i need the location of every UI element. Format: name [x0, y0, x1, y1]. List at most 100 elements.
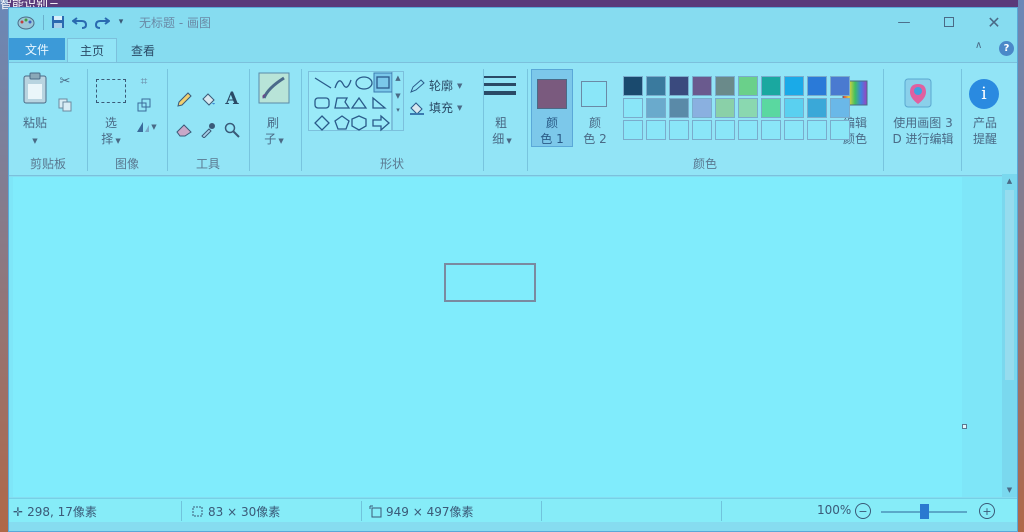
- close-button[interactable]: ✕: [971, 10, 1017, 34]
- zoom-out-button[interactable]: −: [855, 503, 871, 519]
- redo-icon[interactable]: [93, 13, 111, 31]
- eraser-icon[interactable]: [175, 121, 193, 139]
- paint-app-icon[interactable]: [15, 13, 37, 31]
- palette-swatch[interactable]: [646, 120, 666, 140]
- color2-swatch[interactable]: [581, 81, 607, 107]
- help-icon[interactable]: ?: [999, 41, 1014, 56]
- scroll-down-icon[interactable]: ▼: [1002, 486, 1017, 494]
- polygon-shape-icon: [334, 97, 351, 109]
- palette-swatch[interactable]: [669, 76, 689, 96]
- cut-icon[interactable]: ✂: [57, 73, 73, 89]
- ribbon-tabs: 文件 主页 查看 ∧ ?: [9, 38, 1017, 62]
- palette-swatch[interactable]: [715, 98, 735, 118]
- drawn-rectangle[interactable]: [444, 263, 536, 302]
- customize-quick-access-icon[interactable]: ▾: [114, 13, 128, 31]
- size-dropdown-icon[interactable]: ▼: [504, 137, 511, 145]
- tab-view[interactable]: 查看: [121, 38, 165, 62]
- rotate-icon: [137, 122, 150, 132]
- color-picker-icon[interactable]: [199, 121, 217, 139]
- palette-swatch[interactable]: [646, 76, 666, 96]
- palette-swatch[interactable]: [715, 76, 735, 96]
- fill-button[interactable]: 填充 ▼: [409, 99, 462, 116]
- shapes-group-label: 形状: [379, 157, 404, 171]
- selection-size: 83 × 30像素: [191, 503, 280, 520]
- palette-swatch[interactable]: [784, 120, 804, 140]
- palette-swatch[interactable]: [692, 120, 712, 140]
- palette-swatch[interactable]: [807, 98, 827, 118]
- palette-swatch[interactable]: [669, 120, 689, 140]
- shapes-gallery: [308, 71, 393, 132]
- palette-swatch[interactable]: [830, 98, 850, 118]
- group-divider: [249, 69, 250, 171]
- palette-swatch[interactable]: [807, 76, 827, 96]
- palette-swatch[interactable]: [692, 98, 712, 118]
- crop-icon[interactable]: ⌗: [135, 73, 153, 89]
- palette-swatch[interactable]: [623, 120, 643, 140]
- palette-swatch[interactable]: [738, 120, 758, 140]
- product-alert-label-1: 产品: [972, 116, 997, 130]
- magnifier-icon[interactable]: [223, 121, 241, 139]
- drawing-canvas[interactable]: [13, 177, 962, 497]
- palette-swatch[interactable]: [738, 76, 758, 96]
- zoom-in-button[interactable]: +: [979, 503, 995, 519]
- gallery-up-icon[interactable]: ▲: [393, 74, 403, 82]
- vertical-scrollbar[interactable]: ▲ ▼: [1002, 174, 1017, 497]
- palette-swatch[interactable]: [807, 120, 827, 140]
- undo-icon[interactable]: [71, 13, 89, 31]
- quick-access-divider: [43, 15, 44, 30]
- pencil-icon[interactable]: [175, 91, 193, 109]
- status-divider: [721, 501, 722, 521]
- palette-swatch[interactable]: [623, 76, 643, 96]
- paint3d-button[interactable]: [903, 77, 933, 109]
- paste-button[interactable]: [21, 71, 49, 105]
- gallery-expand-icon[interactable]: ▾: [393, 106, 403, 114]
- palette-swatch[interactable]: [738, 98, 758, 118]
- cursor-position: ✛ 298, 17像素: [13, 503, 97, 520]
- color2-label-1: 颜: [588, 116, 601, 130]
- size-button[interactable]: [483, 71, 517, 105]
- zoom-level: 100%: [817, 503, 852, 517]
- brushes-dropdown-icon[interactable]: ▼: [276, 137, 283, 145]
- palette-swatch[interactable]: [761, 98, 781, 118]
- palette-swatch[interactable]: [761, 76, 781, 96]
- save-icon[interactable]: [49, 13, 67, 31]
- select-icon: [96, 79, 126, 103]
- arrow-shape-icon: [372, 114, 390, 132]
- hexagon-shape-icon: [351, 115, 367, 131]
- minimize-button[interactable]: —: [881, 10, 927, 34]
- copy-icon[interactable]: [57, 97, 73, 113]
- group-divider: [883, 69, 884, 171]
- text-tool-icon[interactable]: A: [223, 89, 241, 109]
- tools-group-label: 工具: [195, 157, 220, 171]
- palette-swatch[interactable]: [669, 98, 689, 118]
- zoom-slider-thumb[interactable]: [920, 504, 929, 519]
- select-button[interactable]: [95, 77, 127, 105]
- fill-dropdown-icon: ▼: [457, 103, 463, 112]
- palette-swatch[interactable]: [830, 76, 850, 96]
- palette-swatch[interactable]: [761, 120, 781, 140]
- canvas-resize-handle[interactable]: [962, 424, 967, 429]
- resize-icon[interactable]: [135, 97, 153, 113]
- palette-swatch[interactable]: [784, 98, 804, 118]
- palette-swatch[interactable]: [830, 120, 850, 140]
- select-dropdown-icon[interactable]: ▼: [113, 137, 120, 145]
- scrollbar-thumb[interactable]: [1005, 190, 1014, 380]
- fill-bucket-icon[interactable]: [199, 91, 217, 109]
- palette-swatch[interactable]: [715, 120, 735, 140]
- palette-swatch[interactable]: [623, 98, 643, 118]
- rotate-button[interactable]: ▼: [133, 119, 159, 135]
- maximize-button[interactable]: [926, 10, 972, 34]
- tab-home[interactable]: 主页: [67, 38, 117, 62]
- tab-file[interactable]: 文件: [9, 38, 65, 60]
- product-alert-button[interactable]: i: [969, 79, 999, 109]
- collapse-ribbon-icon[interactable]: ∧: [975, 40, 982, 51]
- paste-dropdown-icon[interactable]: ▼: [17, 133, 53, 149]
- shapes-gallery-scroll[interactable]: ▲ ▼ ▾: [392, 71, 404, 131]
- brushes-button[interactable]: [257, 71, 291, 105]
- palette-swatch[interactable]: [646, 98, 666, 118]
- outline-button[interactable]: 轮廓 ▼: [409, 77, 462, 94]
- palette-swatch[interactable]: [784, 76, 804, 96]
- gallery-down-icon[interactable]: ▼: [393, 92, 403, 100]
- palette-swatch[interactable]: [692, 76, 712, 96]
- scroll-up-icon[interactable]: ▲: [1002, 177, 1017, 185]
